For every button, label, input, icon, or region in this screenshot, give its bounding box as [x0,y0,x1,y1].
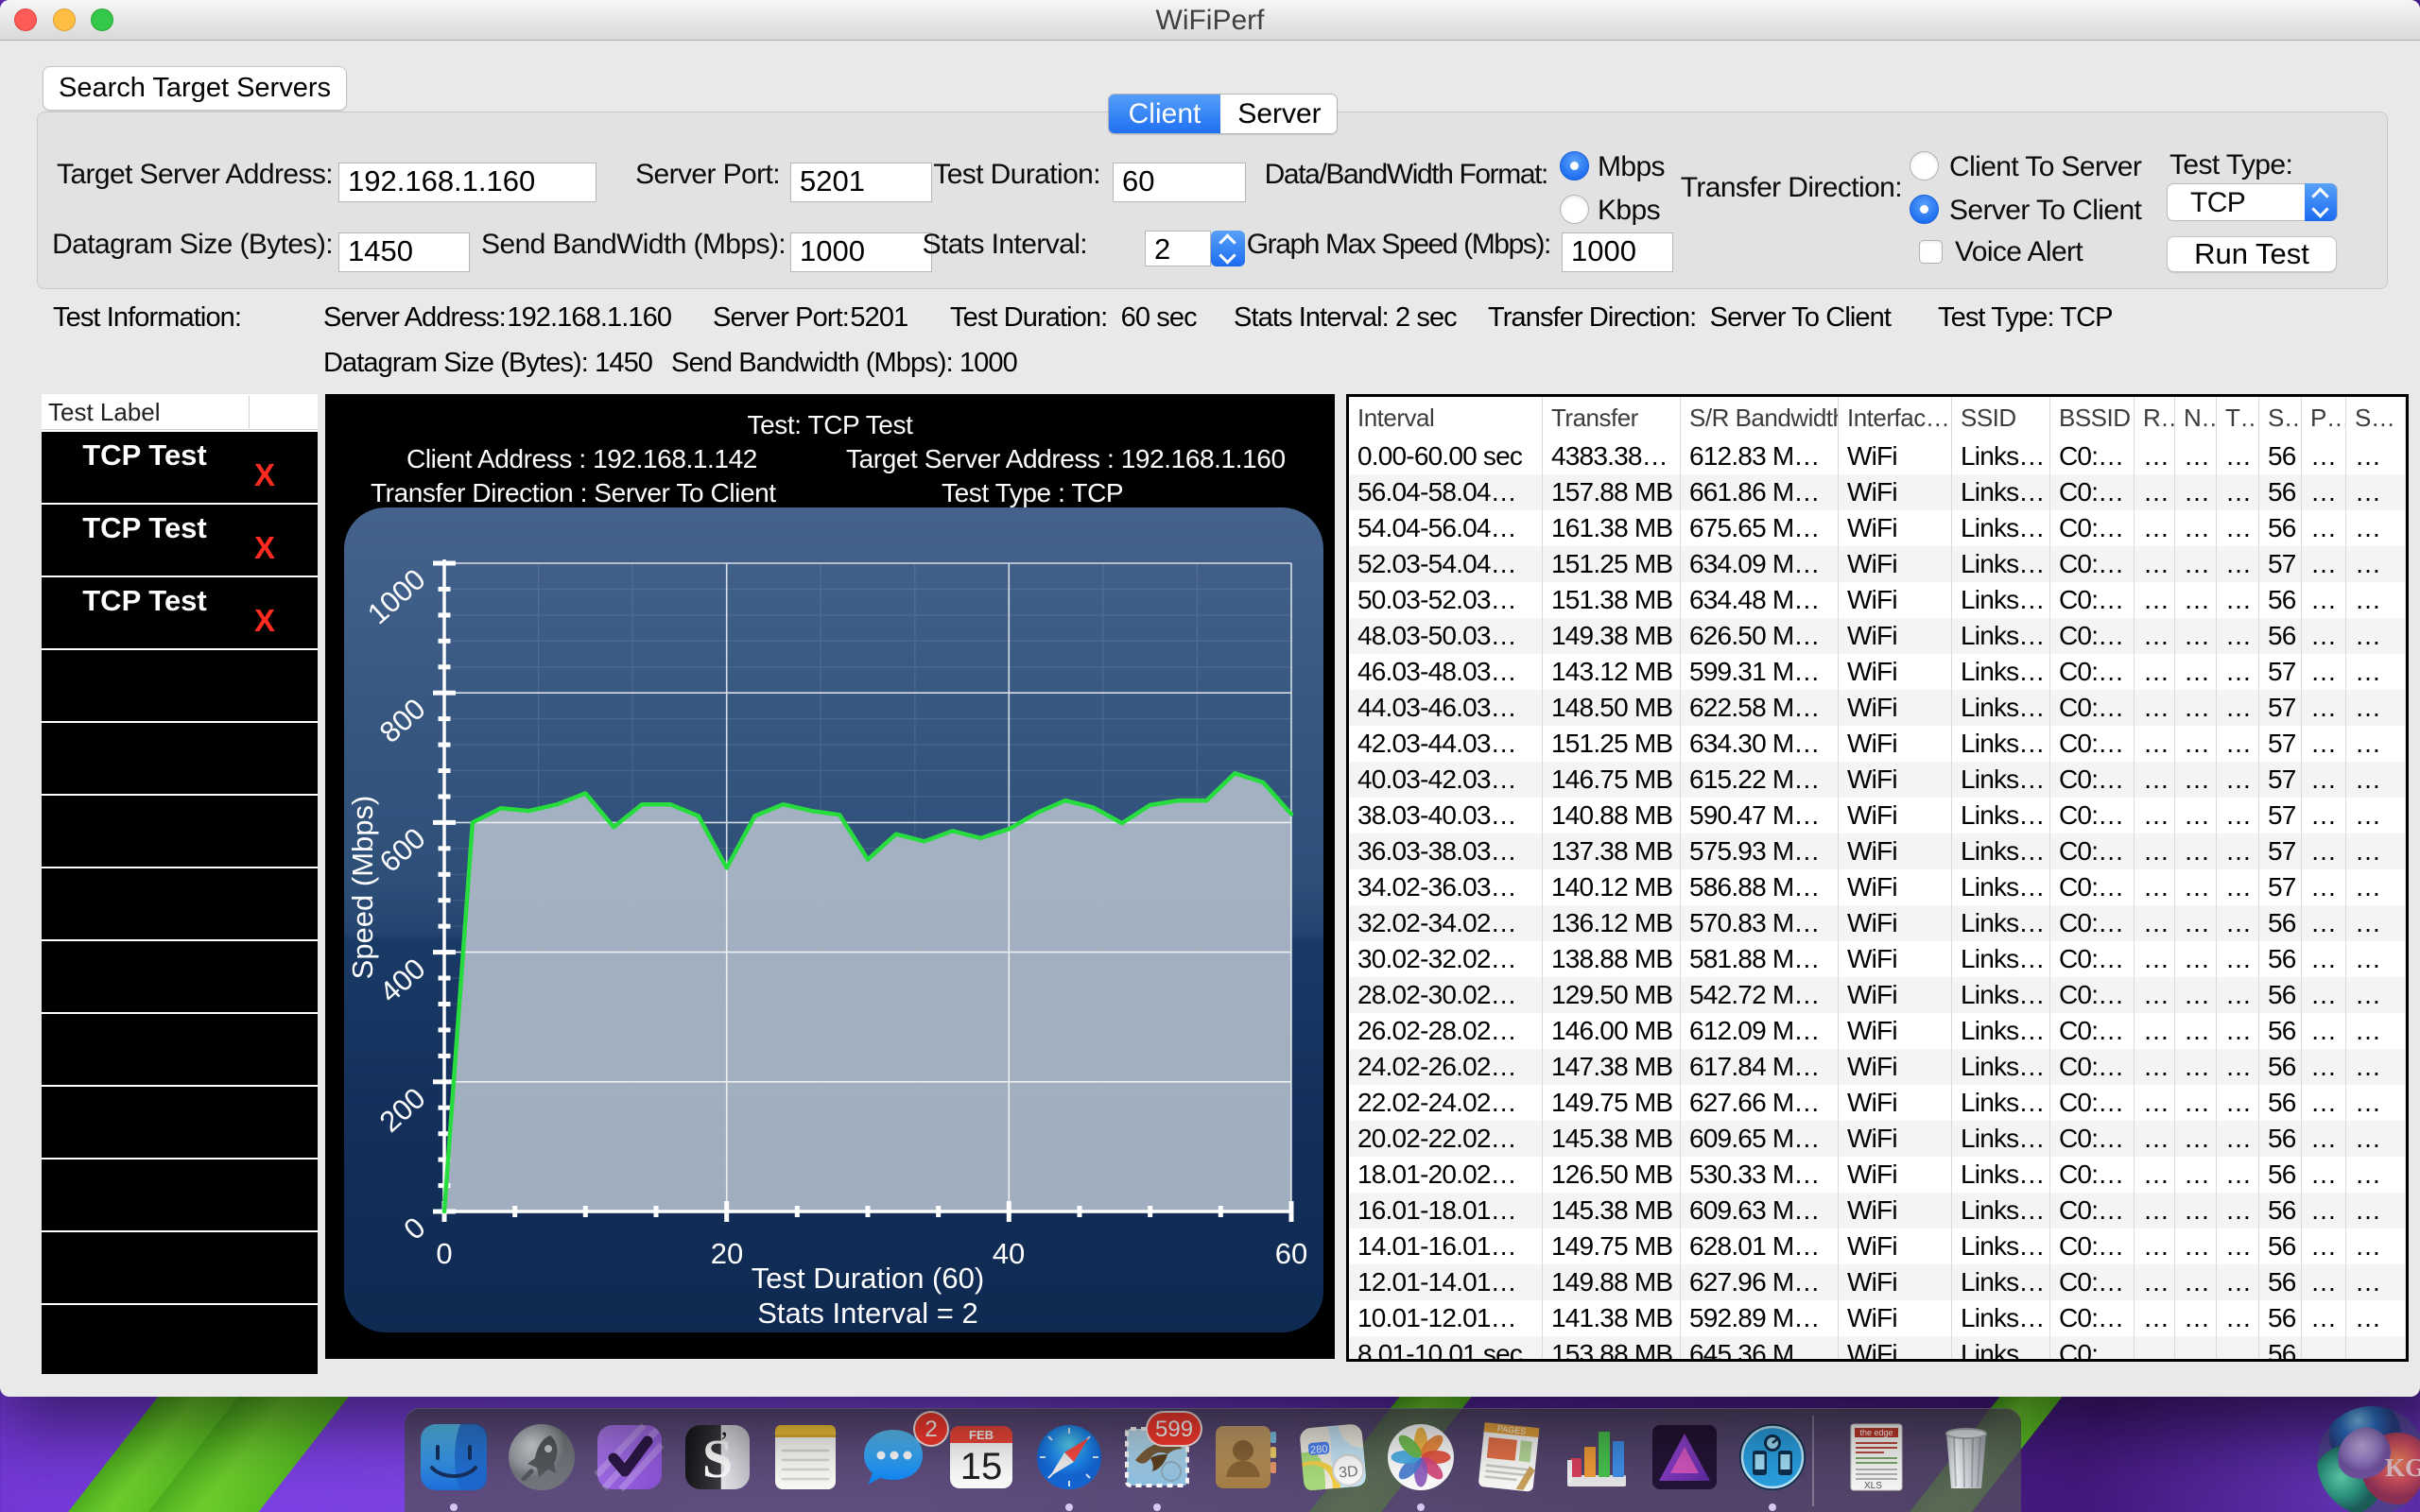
svg-text:Stats Interval = 2: Stats Interval = 2 [757,1297,977,1330]
svg-text:’: ’ [719,1426,729,1457]
svg-text:3D: 3D [1339,1464,1359,1482]
svg-text:280: 280 [1310,1443,1328,1456]
svg-text:0: 0 [436,1237,452,1270]
svg-text:20: 20 [711,1237,743,1270]
svg-text:15: 15 [960,1446,1003,1487]
svg-text:KG: KG [2385,1453,2420,1482]
svg-text:60: 60 [1275,1237,1307,1270]
svg-text:Speed (Mbps): Speed (Mbps) [346,796,379,980]
svg-text:the edge: the edge [1859,1428,1893,1437]
svg-text:FEB: FEB [969,1428,994,1442]
svg-text:XLS: XLS [1864,1481,1882,1491]
svg-text:40: 40 [993,1237,1025,1270]
svg-text:Test Duration (60): Test Duration (60) [752,1262,984,1295]
